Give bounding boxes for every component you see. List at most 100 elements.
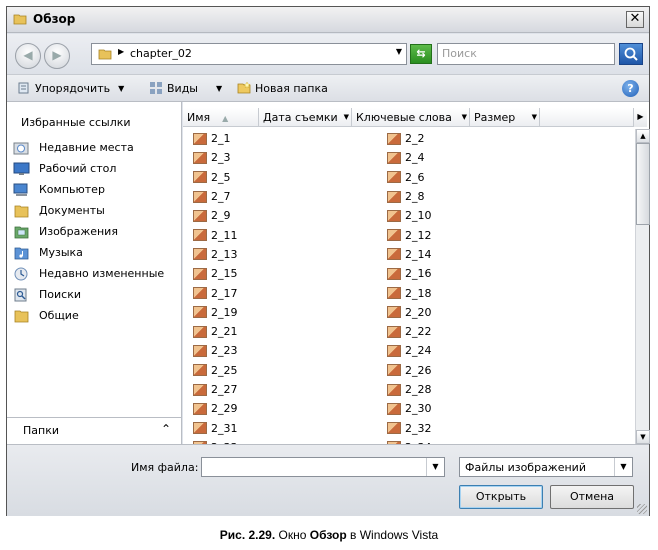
breadcrumb-arrow-icon[interactable]: ▶	[118, 47, 124, 56]
dialog-footer: Имя файла: ▼ Файлы изображений ▼ Открыть…	[7, 444, 649, 516]
organize-button[interactable]: Упорядочить ▼	[17, 81, 124, 95]
file-item[interactable]: 2_28	[387, 380, 432, 399]
chevron-down-icon[interactable]: ▼	[344, 113, 349, 121]
file-item[interactable]: 2_30	[387, 399, 432, 418]
search-button[interactable]	[619, 43, 643, 65]
file-item[interactable]: 2_23	[193, 341, 238, 360]
chevron-down-icon[interactable]: ▼	[532, 113, 537, 121]
nav-item-documents[interactable]: Документы	[13, 200, 164, 221]
scroll-down-button[interactable]: ▼	[636, 430, 650, 444]
chevron-down-icon[interactable]: ▼	[396, 47, 402, 56]
nav-item-recent-places[interactable]: Недавние места	[13, 137, 164, 158]
nav-item-music[interactable]: Музыка	[13, 242, 164, 263]
toolbar: Упорядочить ▼ Виды ▼ Новая папка ?	[7, 74, 649, 102]
file-name: 2_16	[405, 267, 432, 281]
scroll-up-button[interactable]: ▲	[636, 129, 650, 143]
filename-dropdown[interactable]: ▼	[426, 458, 444, 476]
file-item[interactable]: 2_29	[193, 399, 238, 418]
image-file-icon	[193, 248, 207, 261]
chevron-down-icon[interactable]: ▼	[462, 113, 467, 121]
file-item[interactable]: 2_15	[193, 264, 238, 283]
file-item[interactable]: 2_32	[387, 418, 432, 437]
file-item[interactable]: 2_20	[387, 303, 432, 322]
file-item[interactable]: 2_24	[387, 341, 432, 360]
nav-item-desktop[interactable]: Рабочий стол	[13, 158, 164, 179]
image-file-icon	[193, 171, 207, 184]
close-button[interactable]: ✕	[626, 11, 644, 28]
filename-input[interactable]: ▼	[201, 457, 445, 477]
image-file-icon	[387, 306, 401, 319]
image-file-icon	[387, 229, 401, 242]
file-name: 2_11	[211, 228, 238, 242]
header-scroll-right[interactable]: ▶	[633, 108, 647, 127]
new-folder-button[interactable]: Новая папка	[237, 81, 328, 95]
file-item[interactable]: 2_18	[387, 283, 432, 302]
file-item[interactable]: 2_6	[387, 168, 432, 187]
file-name: 2_9	[211, 209, 231, 223]
file-item[interactable]: 2_1	[193, 129, 238, 148]
image-file-icon	[193, 383, 207, 396]
file-item[interactable]: 2_31	[193, 418, 238, 437]
file-item[interactable]: 2_5	[193, 168, 238, 187]
folders-toggle[interactable]: Папки ⌃	[7, 417, 181, 444]
file-item[interactable]: 2_27	[193, 380, 238, 399]
file-item[interactable]: 2_22	[387, 322, 432, 341]
file-item[interactable]: 2_21	[193, 322, 238, 341]
views-button[interactable]: Виды ▼	[149, 81, 222, 95]
file-name: 2_6	[405, 170, 425, 184]
file-item[interactable]: 2_11	[193, 225, 238, 244]
column-header-size[interactable]: Размер ▼	[470, 108, 540, 127]
vertical-scrollbar[interactable]: ▲ ▼	[635, 129, 650, 444]
image-file-icon	[193, 151, 207, 164]
forward-button[interactable]: ▶	[44, 43, 70, 69]
file-name: 2_1	[211, 132, 231, 146]
image-file-icon	[193, 267, 207, 280]
caption-text2: в Windows Vista	[346, 528, 439, 542]
nav-item-pictures[interactable]: Изображения	[13, 221, 164, 242]
address-bar[interactable]: ▶ chapter_02 ▼	[91, 43, 407, 65]
refresh-button[interactable]: ⇆	[410, 44, 432, 64]
file-item[interactable]: 2_10	[387, 206, 432, 225]
file-item[interactable]: 2_2	[387, 129, 432, 148]
column-header-date-taken[interactable]: Дата съемки ▼	[259, 108, 352, 127]
nav-item-recently-changed[interactable]: Недавно измененные	[13, 263, 164, 284]
file-item[interactable]: 2_17	[193, 283, 238, 302]
file-item[interactable]: 2_26	[387, 361, 432, 380]
file-item[interactable]: 2_16	[387, 264, 432, 283]
image-file-icon	[387, 325, 401, 338]
title-bar: Обзор ✕	[7, 7, 649, 33]
sort-up-icon: ▲	[222, 114, 229, 123]
resize-grip[interactable]	[637, 504, 647, 514]
breadcrumb-folder[interactable]: chapter_02	[130, 47, 192, 60]
file-item[interactable]: 2_19	[193, 303, 238, 322]
column-header-name[interactable]: Имя ▲	[183, 108, 259, 127]
scroll-thumb[interactable]	[636, 143, 650, 225]
column-header-tags[interactable]: Ключевые слова ▼	[352, 108, 470, 127]
nav-item-computer[interactable]: Компьютер	[13, 179, 164, 200]
public-folder-icon	[14, 310, 29, 322]
file-item[interactable]: 2_13	[193, 245, 238, 264]
caption-text1: Окно	[275, 528, 310, 542]
nav-item-searches[interactable]: Поиски	[13, 284, 164, 305]
file-name: 2_10	[405, 209, 432, 223]
new-folder-label: Новая папка	[255, 81, 328, 95]
filetype-select[interactable]: Файлы изображений ▼	[459, 457, 633, 477]
nav-item-public[interactable]: Общие	[13, 305, 164, 326]
file-item[interactable]: 2_9	[193, 206, 238, 225]
file-item[interactable]: 2_7	[193, 187, 238, 206]
file-item[interactable]: 2_3	[193, 148, 238, 167]
cancel-button[interactable]: Отмена	[550, 485, 634, 509]
image-file-icon	[193, 344, 207, 357]
file-name: 2_29	[211, 402, 238, 416]
file-item[interactable]: 2_14	[387, 245, 432, 264]
file-item[interactable]: 2_12	[387, 225, 432, 244]
back-button[interactable]: ◀	[15, 43, 41, 69]
filetype-dropdown[interactable]: ▼	[614, 458, 632, 476]
open-button[interactable]: Открыть	[459, 485, 543, 509]
navigation-pane: Избранные ссылки Недавние места Рабочий …	[7, 102, 182, 444]
search-input[interactable]: Поиск	[437, 43, 615, 65]
help-button[interactable]: ?	[622, 80, 639, 97]
file-item[interactable]: 2_8	[387, 187, 432, 206]
file-item[interactable]: 2_25	[193, 361, 238, 380]
file-item[interactable]: 2_4	[387, 148, 432, 167]
